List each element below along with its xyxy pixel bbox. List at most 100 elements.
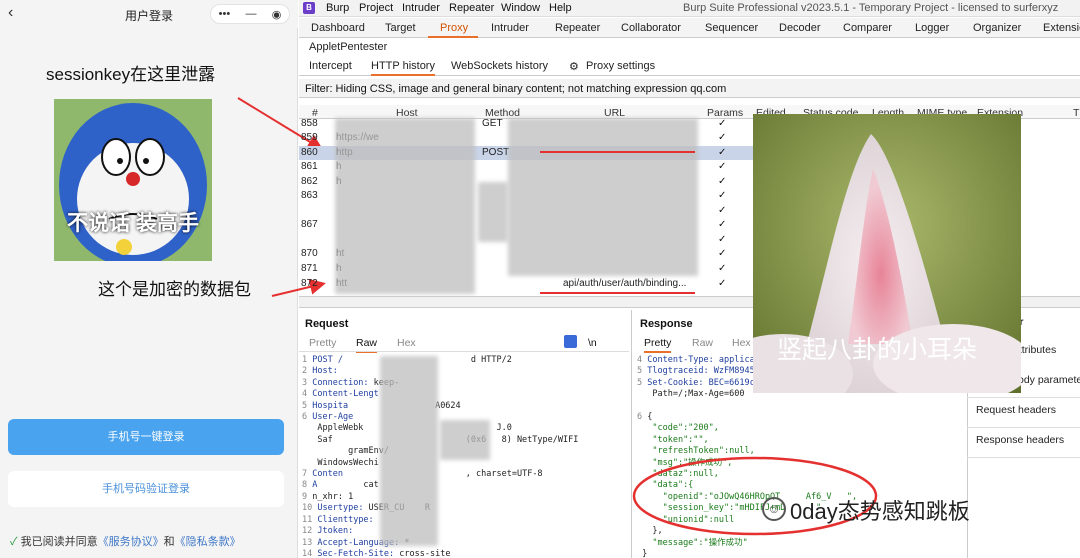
burp-tabbar (299, 18, 1080, 38)
line-number: 4 (302, 389, 308, 400)
line-number: 10 (302, 503, 313, 514)
response-text: } (642, 548, 648, 558)
request-line: 9 n_xhr: 1 (302, 492, 578, 503)
menu-intruder[interactable]: Intruder (402, 2, 440, 14)
row-params-check: ✓ (718, 147, 727, 158)
line-number: 1 (302, 355, 308, 365)
row-number: 871 (301, 263, 318, 274)
request-line: 3 Connection: keep- (302, 378, 578, 389)
line-number: 3 (302, 377, 308, 388)
tab-sequencer[interactable]: Sequencer (705, 22, 758, 34)
line-number: 5 (302, 400, 308, 411)
response-tab-pretty[interactable]: Pretty (644, 337, 672, 353)
inspector-response-headers[interactable]: Response headers (976, 434, 1064, 446)
col-t[interactable]: T (1073, 107, 1079, 119)
row-number: 858 (301, 118, 318, 129)
gear-icon[interactable]: ⚙ (569, 60, 579, 73)
header-name: Usertype: (317, 503, 364, 514)
request-tab-hex[interactable]: Hex (397, 337, 416, 349)
redaction-url (508, 118, 698, 276)
request-line: 5 Hospita A0624 (302, 401, 578, 412)
tab-proxy[interactable]: Proxy (440, 22, 468, 34)
row-number: 860 (301, 147, 318, 158)
response-line: "token":"", (637, 435, 857, 446)
inspector-sep-2 (967, 427, 1080, 428)
redaction-request-2 (440, 420, 490, 460)
inspector-request-headers[interactable]: Request headers (976, 404, 1056, 416)
inspector-sep-1 (967, 397, 1080, 398)
request-line: 4 Content-Lengt (302, 389, 578, 400)
menu-repeater[interactable]: Repeater (449, 2, 494, 14)
line-number: 9 (302, 491, 308, 502)
header-name: Clienttype: (317, 514, 374, 525)
watermark-text: 0day态势感知跳板 (790, 499, 970, 524)
pretty-print-icon[interactable] (564, 335, 577, 348)
request-line: 7 Conten , charset=UTF-8 (302, 469, 578, 480)
tab-extensions[interactable]: Extensio (1043, 22, 1080, 34)
tab-repeater[interactable]: Repeater (555, 22, 600, 34)
line-number: 14 (302, 548, 313, 558)
line-number: 8 (302, 480, 308, 491)
request-line: 1 POST / d HTTP/2 (302, 355, 578, 366)
url-highlight-underline (540, 292, 695, 294)
tab-intruder[interactable]: Intruder (491, 22, 529, 34)
tab-organizer[interactable]: Organizer (973, 22, 1021, 34)
header-value: gramEnv/ (307, 446, 390, 457)
line-number: 6 (302, 412, 308, 423)
response-text: Path=/;Max-Age=600 (642, 389, 745, 400)
response-line: } (637, 549, 857, 558)
row-url: api/auth/user/auth/binding... (563, 278, 687, 289)
response-tab-hex[interactable]: Hex (732, 337, 751, 349)
header-name: Content-Lengt (312, 389, 379, 400)
redaction-method (478, 182, 508, 242)
tab-decoder[interactable]: Decoder (779, 22, 821, 34)
filter-text[interactable]: Filter: Hiding CSS, image and general bi… (305, 83, 726, 95)
request-tab-pretty[interactable]: Pretty (309, 337, 336, 349)
row-params-check: ✓ (718, 190, 727, 201)
burp-logo-icon: B (303, 2, 315, 14)
tab-dashboard[interactable]: Dashboard (311, 22, 365, 34)
header-name: Host: (312, 366, 338, 377)
inspector-body-params[interactable]: ody paramete (1018, 374, 1080, 386)
redaction-host (335, 118, 475, 294)
menu-burp[interactable]: Burp (326, 2, 349, 14)
response-tab-raw[interactable]: Raw (692, 337, 713, 349)
response-text: Content-Type: applicat (647, 355, 760, 365)
row-number: 859 (301, 132, 318, 143)
header-value: WindowsWechi (307, 457, 379, 468)
subtab-websockets-history[interactable]: WebSockets history (451, 60, 548, 72)
tab-applet-pentester[interactable]: AppletPentester (309, 41, 387, 53)
tab-collaborator[interactable]: Collaborator (621, 22, 681, 34)
inspector-sep-3 (967, 457, 1080, 458)
header-name: Hospita (312, 400, 349, 411)
tab-comparer[interactable]: Comparer (843, 22, 892, 34)
request-sep (299, 351, 629, 352)
response-text: "token":"", (642, 434, 709, 445)
tab-logger[interactable]: Logger (915, 22, 949, 34)
response-title: Response (640, 318, 693, 330)
response-line: "code":"200", (637, 423, 857, 434)
menu-help[interactable]: Help (549, 2, 572, 14)
line-number: 2 (302, 366, 308, 377)
header-name: User-Age (312, 412, 354, 423)
request-line: 2 Host: (302, 366, 578, 377)
tab-target[interactable]: Target (385, 22, 416, 34)
request-title: Request (305, 318, 349, 330)
tab-proxy-indicator (428, 36, 478, 38)
request-line: 8 A cat (302, 480, 578, 491)
row-params-check: ✓ (718, 176, 727, 187)
row-params-check: ✓ (718, 132, 727, 143)
response-text: Tlogtraceid: WzFM89456 (647, 366, 760, 377)
subtab-intercept[interactable]: Intercept (309, 60, 352, 72)
menu-window[interactable]: Window (501, 2, 540, 14)
newline-toggle-icon[interactable]: \n (588, 337, 597, 349)
row-params-check: ✓ (718, 161, 727, 172)
line-number: 7 (302, 469, 308, 480)
proxy-settings-link[interactable]: Proxy settings (586, 60, 655, 72)
redaction-request (380, 356, 438, 546)
response-line (637, 401, 857, 412)
row-number: 872 (301, 278, 318, 289)
header-name: Jtoken: (317, 526, 354, 537)
subtab-http-history[interactable]: HTTP history (371, 60, 435, 76)
menu-project[interactable]: Project (359, 2, 393, 14)
